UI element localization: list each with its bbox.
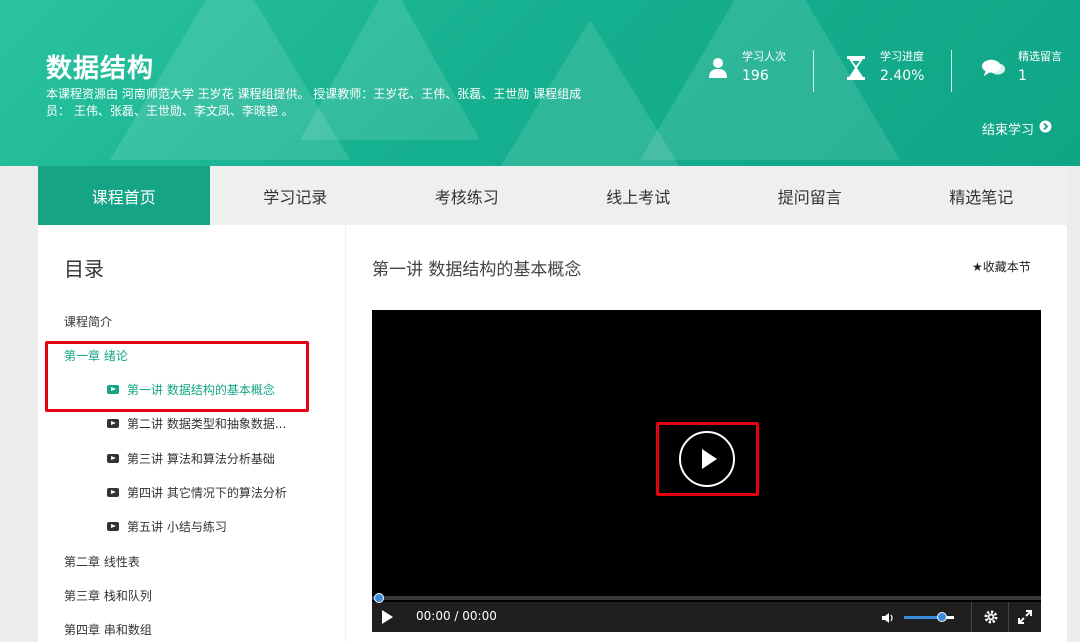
tab-online-exam[interactable]: 线上考试 — [553, 166, 725, 225]
video-icon — [107, 454, 119, 463]
course-title: 数据结构 — [46, 54, 155, 84]
tab-assessment[interactable]: 考核练习 — [381, 166, 553, 225]
stat-progress: 学习进度 2.40% — [844, 46, 924, 96]
toc-chapter-2[interactable]: 第二章 线性表 — [64, 553, 140, 570]
chat-bubbles-icon — [982, 56, 1006, 80]
stat-label: 精选留言 — [1018, 50, 1062, 63]
favorite-button[interactable]: ★收藏本节 — [972, 258, 1031, 275]
stat-value: 196 — [742, 68, 769, 84]
lesson-label: 第三讲 算法和算法分析基础 — [127, 452, 275, 466]
toc-chapter-4[interactable]: 第四章 串和数组 — [64, 621, 152, 638]
lesson-label: 第四讲 其它情况下的算法分析 — [127, 486, 287, 500]
course-banner: 数据结构 本课程资源由 河南师范大学 王岁花 课程组提供。 授课教师：王岁花、王… — [0, 0, 1080, 166]
stat-value: 1 — [1018, 68, 1027, 84]
gear-icon[interactable] — [983, 609, 999, 625]
toc-lesson-5[interactable]: 第五讲 小结与练习 — [107, 518, 227, 535]
toc-lesson-4[interactable]: 第四讲 其它情况下的算法分析 — [107, 484, 287, 501]
stat-comments: 精选留言 1 — [982, 46, 1062, 96]
progress-knob[interactable] — [374, 593, 384, 603]
video-icon — [107, 522, 119, 531]
lesson-title: 第一讲 数据结构的基本概念 — [372, 260, 582, 280]
tab-questions[interactable]: 提问留言 — [724, 166, 896, 225]
table-of-contents: 目录 课程简介 第一章 绪论 第一讲 数据结构的基本概念 第二讲 数据类型和抽象… — [38, 225, 346, 642]
progress-bar[interactable] — [372, 593, 1041, 603]
toc-title: 目录 — [64, 257, 104, 281]
lesson-label: 第二讲 数据类型和抽象数据... — [127, 417, 287, 431]
volume-knob[interactable] — [936, 612, 947, 622]
user-icon — [706, 56, 730, 80]
toc-lesson-2[interactable]: 第二讲 数据类型和抽象数据... — [107, 415, 286, 432]
divider — [1008, 602, 1009, 632]
content-panel: 目录 课程简介 第一章 绪论 第一讲 数据结构的基本概念 第二讲 数据类型和抽象… — [38, 225, 1067, 642]
stat-label: 学习进度 — [880, 50, 924, 63]
toc-item-intro[interactable]: 课程简介 — [64, 313, 112, 330]
end-study-label: 结束学习 — [982, 123, 1035, 138]
highlight-box — [656, 422, 759, 496]
volume-fill — [904, 616, 942, 619]
tab-course-home[interactable]: 课程首页 — [38, 166, 210, 225]
video-player[interactable]: 00:00 / 00:00 — [372, 310, 1041, 632]
course-description: 本课程资源由 河南师范大学 王岁花 课程组提供。 授课教师：王岁花、王伟、张磊、… — [46, 87, 582, 118]
toc-chapter-3[interactable]: 第三章 栈和队列 — [64, 587, 152, 604]
play-button[interactable] — [382, 610, 393, 624]
video-icon — [107, 419, 119, 428]
stat-learners: 学习人次 196 — [706, 46, 786, 96]
tab-notes[interactable]: 精选笔记 — [896, 166, 1068, 225]
hourglass-icon — [844, 56, 868, 80]
video-icon — [107, 488, 119, 497]
player-controls: 00:00 / 00:00 — [372, 593, 1041, 632]
tab-study-record[interactable]: 学习记录 — [210, 166, 382, 225]
end-study-button[interactable]: 结束学习 — [982, 119, 1052, 138]
divider — [813, 50, 814, 92]
volume-slider[interactable] — [904, 612, 954, 622]
volume-icon[interactable] — [881, 610, 895, 624]
arrow-circle-right-icon — [1039, 120, 1052, 137]
time-display: 00:00 / 00:00 — [416, 609, 497, 623]
stat-value: 2.40% — [880, 68, 925, 84]
toc-lesson-3[interactable]: 第三讲 算法和算法分析基础 — [107, 450, 275, 467]
course-tabs: 课程首页 学习记录 考核练习 线上考试 提问留言 精选笔记 — [38, 166, 1067, 225]
divider — [971, 602, 972, 632]
highlight-box — [45, 341, 309, 412]
stat-label: 学习人次 — [742, 50, 786, 63]
fullscreen-icon[interactable] — [1017, 609, 1033, 625]
divider — [951, 50, 952, 92]
lesson-label: 第五讲 小结与练习 — [127, 520, 227, 534]
